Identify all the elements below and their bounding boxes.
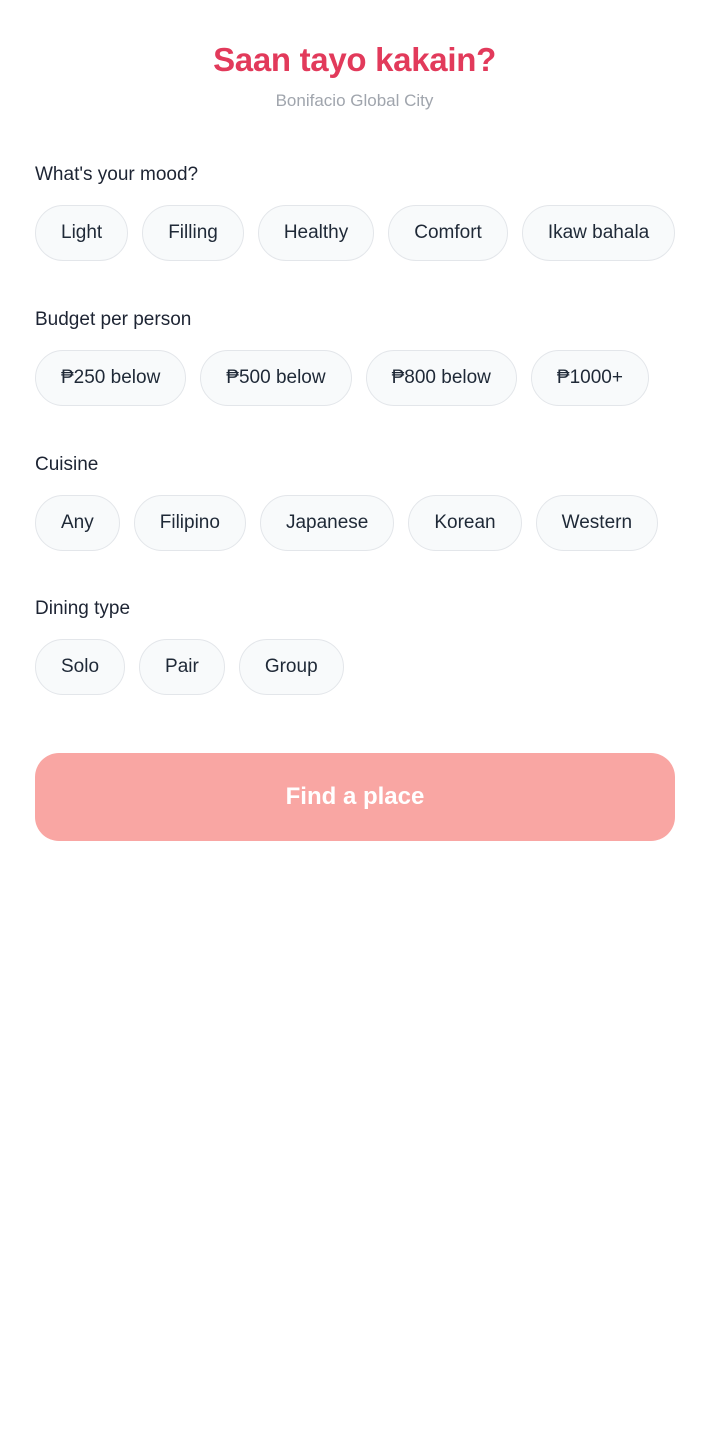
mood-label: What's your mood? [35, 164, 199, 185]
cuisine-chip-japanese[interactable]: Japanese [259, 495, 395, 551]
mood-chip-comfort[interactable]: Comfort [388, 205, 508, 261]
dining-label: Dining type [35, 598, 131, 619]
budget-chip-250[interactable]: ₱250 below [35, 350, 187, 406]
dining-section: Dining type Solo Pair Group [35, 597, 675, 701]
dining-chip-group[interactable]: Group [238, 639, 344, 695]
budget-chip-1000[interactable]: ₱1000+ [530, 350, 649, 406]
location-subtitle: Bonifacio Global City [275, 91, 434, 110]
budget-chip-row[interactable]: ₱250 below ₱500 below ₱800 below ₱1000+ [35, 350, 675, 412]
dining-chip-row[interactable]: Solo Pair Group [35, 639, 675, 701]
cuisine-chip-row[interactable]: Any Filipino Japanese Korean Western [35, 495, 675, 557]
mood-chip-filling[interactable]: Filling [142, 205, 244, 261]
cuisine-chip-any[interactable]: Any [35, 495, 120, 551]
dining-chip-pair[interactable]: Pair [139, 639, 225, 695]
cuisine-chip-filipino[interactable]: Filipino [133, 495, 246, 551]
budget-chip-800[interactable]: ₱800 below [365, 350, 517, 406]
page-title: Saan tayo kakain? [213, 41, 496, 78]
header: Saan tayo kakain? Bonifacio Global City [0, 38, 709, 112]
budget-label: Budget per person [35, 309, 192, 330]
cuisine-label: Cuisine [35, 454, 99, 475]
mood-chip-light[interactable]: Light [35, 205, 129, 261]
mood-chip-healthy[interactable]: Healthy [257, 205, 375, 261]
cuisine-chip-western[interactable]: Western [535, 495, 659, 551]
page: Saan tayo kakain? Bonifacio Global City … [0, 0, 709, 1440]
cuisine-section: Cuisine Any Filipino Japanese Korean Wes… [35, 453, 675, 557]
cuisine-chip-korean[interactable]: Korean [408, 495, 522, 551]
mood-chip-ikaw-bahala[interactable]: Ikaw bahala [521, 205, 675, 261]
mood-section: What's your mood? Light Filling Healthy … [35, 163, 675, 267]
mood-chip-row[interactable]: Light Filling Healthy Comfort Ikaw bahal… [35, 205, 675, 267]
budget-section: Budget per person ₱250 below ₱500 below … [35, 308, 675, 412]
budget-chip-500[interactable]: ₱500 below [200, 350, 352, 406]
dining-chip-solo[interactable]: Solo [35, 639, 126, 695]
find-place-button[interactable]: Find a place [35, 753, 675, 841]
